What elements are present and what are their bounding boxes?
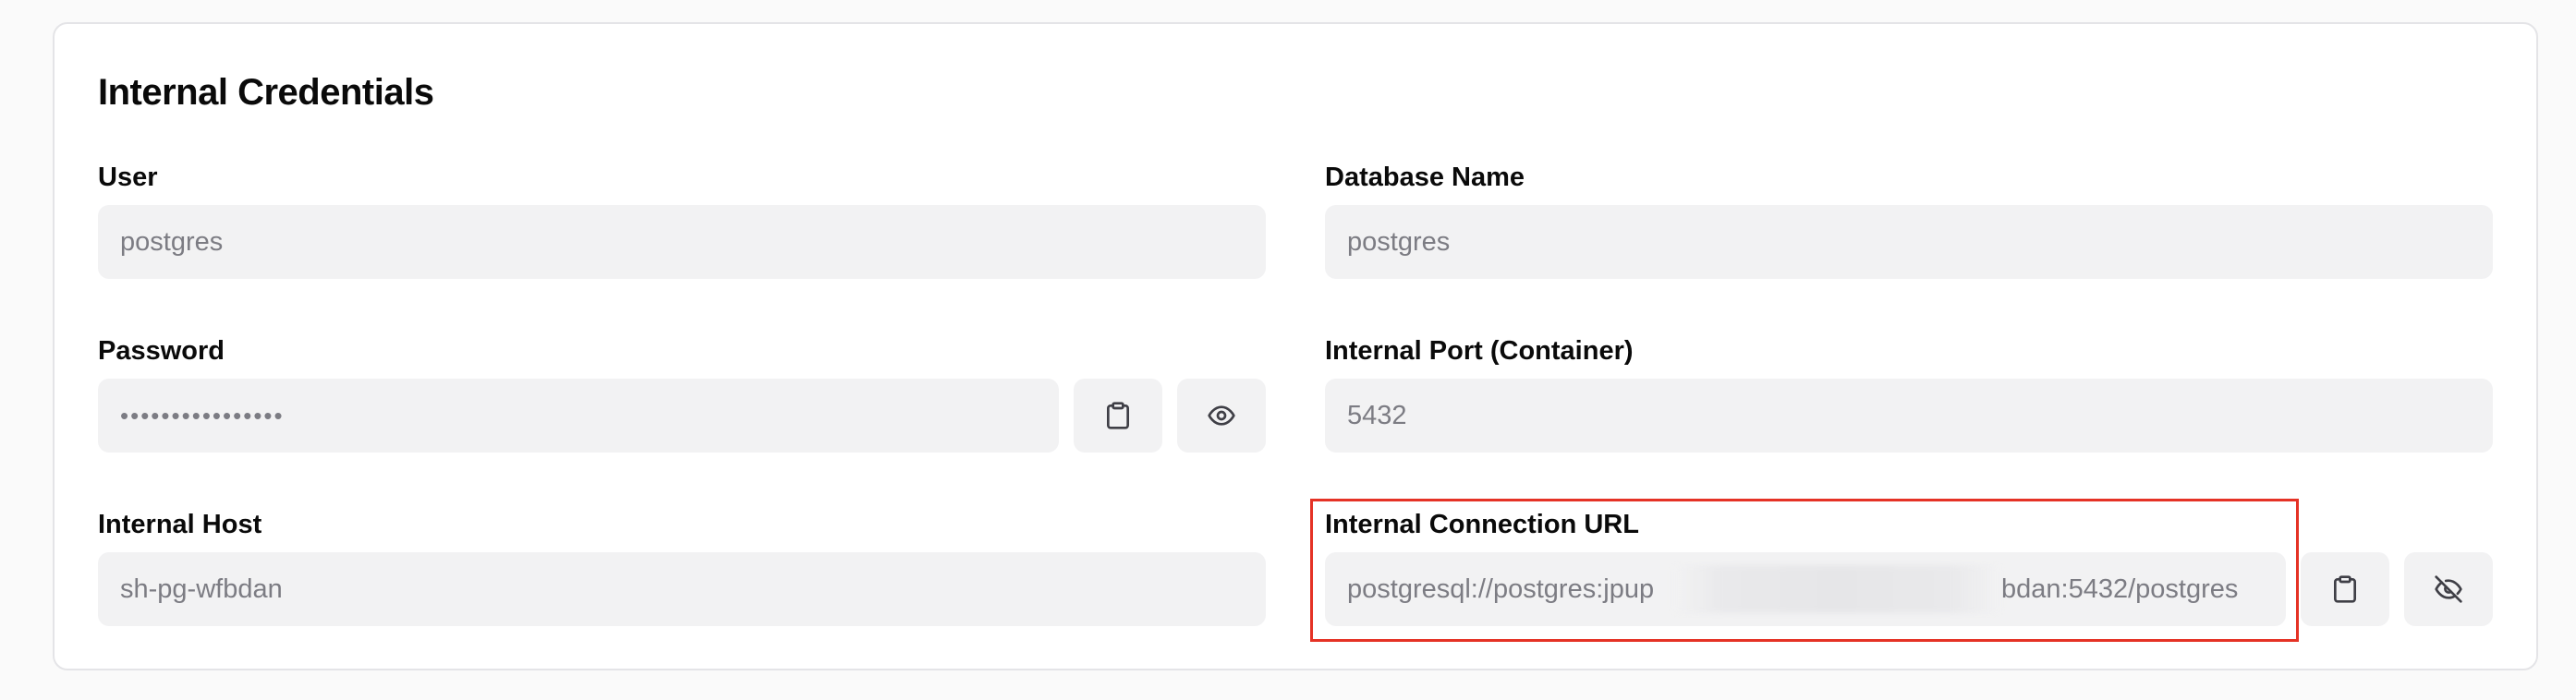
hide-connection-url-button[interactable] <box>2404 552 2493 626</box>
highlight-annotation <box>1310 499 2299 642</box>
user-label: User <box>98 163 158 192</box>
copy-connection-url-button[interactable] <box>2301 552 2389 626</box>
copy-password-button[interactable] <box>1074 379 1162 453</box>
user-value: postgres <box>120 227 224 257</box>
password-label: Password <box>98 336 225 366</box>
database-name-field[interactable]: postgres <box>1325 205 2493 279</box>
internal-port-label: Internal Port (Container) <box>1325 336 1634 366</box>
password-field[interactable]: •••••••••••••••• <box>98 379 1059 453</box>
internal-host-label: Internal Host <box>98 510 262 539</box>
internal-host-value: sh-pg-wfbdan <box>120 574 283 604</box>
user-field[interactable]: postgres <box>98 205 1266 279</box>
clipboard-icon <box>2334 575 2356 603</box>
database-name-value: postgres <box>1347 227 1451 257</box>
internal-host-field[interactable]: sh-pg-wfbdan <box>98 552 1266 626</box>
show-password-button[interactable] <box>1177 379 1266 453</box>
section-title: Internal Credentials <box>98 72 434 113</box>
clipboard-icon <box>1107 402 1129 429</box>
eye-icon <box>1208 405 1235 426</box>
password-value: •••••••••••••••• <box>120 402 285 429</box>
database-name-label: Database Name <box>1325 163 1525 192</box>
internal-port-value: 5432 <box>1347 401 1407 430</box>
eye-off-icon <box>2435 575 2462 603</box>
internal-port-field[interactable]: 5432 <box>1325 379 2493 453</box>
